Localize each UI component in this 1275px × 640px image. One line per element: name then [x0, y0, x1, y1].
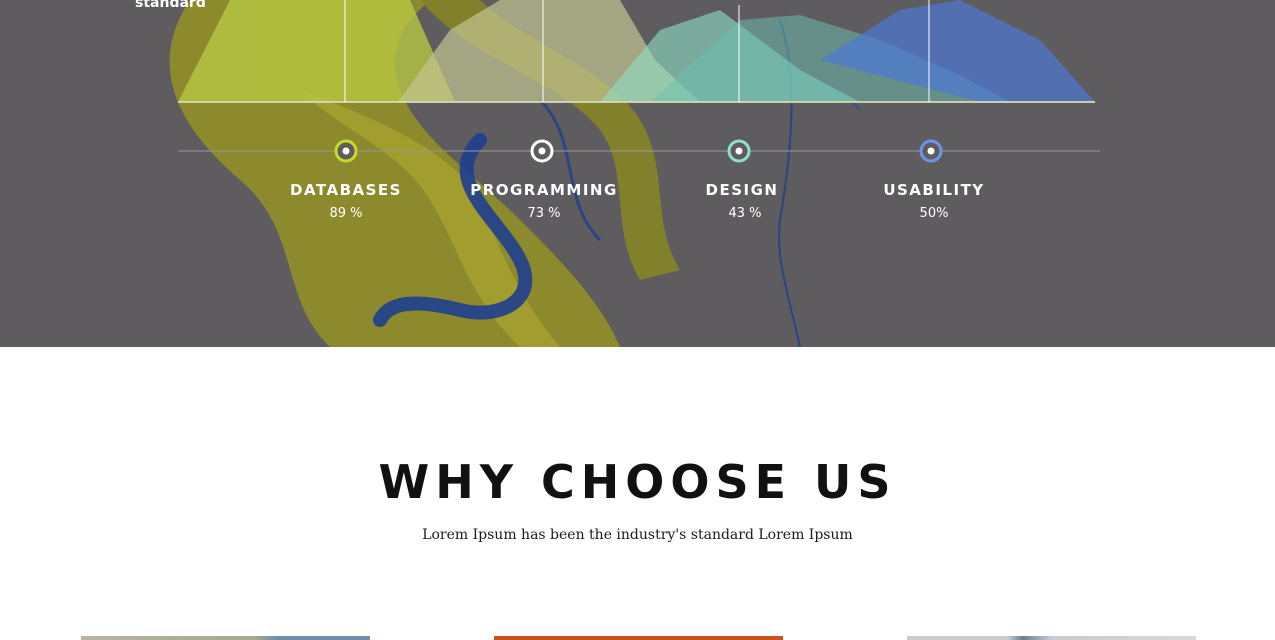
- marker-databases: [334, 139, 358, 163]
- skills-area-chart: [178, 0, 1100, 163]
- skill-percent-databases: 89 %: [329, 206, 363, 221]
- skills-section: standard standard DATABASES 89 % PROGRAM…: [0, 0, 1275, 347]
- marker-usability: [919, 139, 943, 163]
- section-heading: WHY CHOOSE US: [378, 455, 897, 509]
- corner-text-left: standard: [135, 0, 206, 11]
- skill-label-programming: PROGRAMMING: [470, 181, 618, 199]
- section-subtitle: Lorem Ipsum has been the industry's stan…: [422, 527, 853, 543]
- marker-design: [727, 139, 751, 163]
- marker-programming: [530, 139, 554, 163]
- corner-text-right: standard: [1015, 0, 1086, 3]
- skill-label-usability: USABILITY: [883, 181, 985, 199]
- feature-card-3[interactable]: [907, 636, 1196, 640]
- skill-percent-usability: 50%: [919, 206, 949, 221]
- skill-percent-programming: 73 %: [527, 206, 561, 221]
- skill-label-databases: DATABASES: [290, 181, 402, 199]
- why-choose-us-section: WHY CHOOSE US Lorem Ipsum has been the i…: [0, 347, 1275, 640]
- feature-card-1[interactable]: [81, 636, 370, 640]
- skill-label-design: DESIGN: [705, 181, 779, 199]
- feature-card-2[interactable]: [494, 636, 783, 640]
- skill-percent-design: 43 %: [728, 206, 762, 221]
